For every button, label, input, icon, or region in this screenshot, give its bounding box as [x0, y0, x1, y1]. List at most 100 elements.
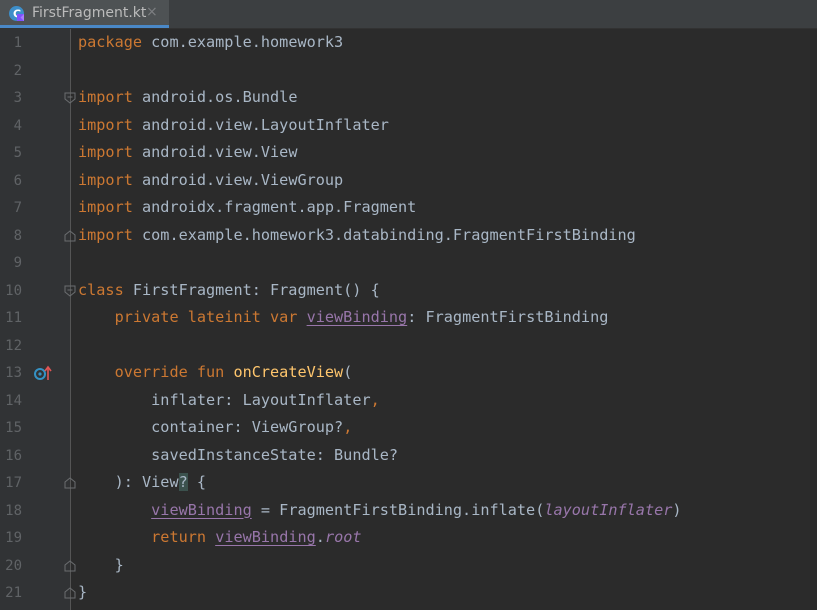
- fold-marker-icon[interactable]: [64, 92, 76, 104]
- property-reference[interactable]: viewBinding: [215, 528, 316, 546]
- code-text: import android.view.ViewGroup: [78, 170, 343, 190]
- code-text: import android.view.View: [78, 142, 297, 162]
- kotlin-file-icon: C: [9, 6, 24, 21]
- code-line: 19 return viewBinding.root: [0, 524, 817, 552]
- code-line: 16 savedInstanceState: Bundle?: [0, 442, 817, 470]
- code-segment: .: [315, 528, 325, 546]
- code-text: package com.example.homework3: [78, 32, 343, 52]
- code-text: container: ViewGroup?,: [78, 417, 352, 437]
- line-number: 13: [5, 365, 22, 381]
- line-number: 16: [5, 447, 22, 464]
- code-line: 13 override fun onCreateView(: [0, 359, 817, 387]
- code-line: 9: [0, 249, 817, 277]
- keyword: import: [78, 225, 133, 244]
- keyword: package: [78, 33, 143, 51]
- code-line: 11 private lateinit var viewBinding: Fra…: [0, 304, 817, 332]
- code-line: 15 container: ViewGroup?,: [0, 414, 817, 442]
- code-line: 8 import com.example.homework3.databindi…: [0, 222, 817, 250]
- code-text: return viewBinding.root: [78, 527, 362, 547]
- line-number: 8: [13, 227, 22, 244]
- line-number: 2: [13, 62, 22, 79]
- code-line: 2: [0, 57, 817, 85]
- keyword: override fun: [114, 363, 225, 381]
- code-text: savedInstanceState: Bundle?: [78, 445, 398, 465]
- code-text: }: [78, 555, 124, 575]
- line-number: 1: [13, 35, 22, 51]
- code-segment: com.example.homework3: [142, 33, 344, 51]
- line-number: 14: [5, 392, 22, 409]
- code-line: 10 class FirstFragment: Fragment() {: [0, 277, 817, 305]
- line-number: 11: [5, 310, 22, 326]
- code-segment: android.view.ViewGroup: [132, 170, 344, 189]
- code-segment: android.os.Bundle: [132, 88, 298, 106]
- comma: ,: [343, 418, 353, 436]
- comma: ,: [370, 390, 380, 409]
- line-number: 18: [5, 502, 22, 519]
- line-number: 12: [5, 337, 22, 354]
- fold-marker-icon[interactable]: [64, 285, 76, 297]
- code-line: 20 }: [0, 552, 817, 580]
- code-line: 7 import androidx.fragment.app.Fragment: [0, 194, 817, 222]
- code-line: 18 viewBinding = FragmentFirstBinding.in…: [0, 497, 817, 525]
- line-number: 9: [13, 255, 22, 271]
- tab-label: FirstFragment.kt: [32, 5, 147, 21]
- close-icon[interactable]: ×: [146, 3, 158, 21]
- code-segment: FirstFragment: Fragment() {: [123, 280, 380, 299]
- code-text: ): View? {: [78, 472, 206, 492]
- code-text: private lateinit var viewBinding: Fragme…: [78, 307, 609, 327]
- line-number: 20: [5, 557, 22, 574]
- line-number: 15: [5, 420, 22, 436]
- code-segment: savedInstanceState: Bundle?: [151, 445, 399, 464]
- code-line: 5 import android.view.View: [0, 139, 817, 167]
- tab-first-fragment[interactable]: C FirstFragment.kt ×: [0, 0, 169, 28]
- extension-property: layoutInflater: [544, 500, 673, 519]
- code-line: 1 package com.example.homework3: [0, 29, 817, 57]
- override-method-icon[interactable]: [34, 365, 52, 381]
- code-segment: androidx.fragment.app.Fragment: [132, 198, 417, 216]
- keyword: import: [78, 198, 133, 216]
- fold-marker-icon[interactable]: [64, 559, 76, 572]
- code-segment: ): [672, 500, 682, 519]
- fold-marker-icon[interactable]: [64, 229, 76, 242]
- code-segment: (: [343, 363, 353, 381]
- code-text: override fun onCreateView(: [78, 362, 353, 382]
- line-number: 7: [13, 200, 22, 216]
- keyword: import: [78, 88, 133, 106]
- code-line: 6 import android.view.ViewGroup: [0, 167, 817, 195]
- fold-marker-icon[interactable]: [64, 477, 76, 489]
- keyword: import: [78, 170, 133, 189]
- code-segment: android.view.LayoutInflater: [132, 115, 389, 134]
- code-line: 17 ): View? {: [0, 469, 817, 497]
- code-text: class FirstFragment: Fragment() {: [78, 280, 380, 300]
- code-segment: {: [187, 473, 207, 491]
- code-text: import com.example.homework3.databinding…: [78, 225, 636, 245]
- code-segment: inflater: LayoutInflater: [151, 390, 371, 409]
- code-editor[interactable]: 1 package com.example.homework3 2 3 impo…: [0, 29, 817, 610]
- line-number: 6: [13, 172, 22, 189]
- line-number: 17: [5, 475, 22, 491]
- code-line: 12: [0, 332, 817, 360]
- keyword: return: [151, 528, 207, 546]
- keyword: class: [78, 280, 124, 299]
- fold-marker-icon[interactable]: [64, 587, 76, 599]
- line-number: 3: [13, 90, 22, 106]
- code-text: import androidx.fragment.app.Fragment: [78, 197, 416, 217]
- code-segment: container: ViewGroup?: [151, 418, 344, 436]
- code-segment: ): View: [114, 473, 179, 491]
- code-segment: android.view.View: [132, 143, 298, 161]
- code-text: import android.view.LayoutInflater: [78, 115, 389, 135]
- editor-tab-bar: C FirstFragment.kt ×: [0, 0, 817, 29]
- extension-property: root: [324, 528, 362, 546]
- line-number: 10: [5, 282, 22, 299]
- nullable-marker: ?: [178, 473, 188, 491]
- line-number: 4: [13, 117, 22, 134]
- property-reference[interactable]: viewBinding: [151, 501, 252, 519]
- code-line: 21 }: [0, 579, 817, 607]
- code-line: 3 import android.os.Bundle: [0, 84, 817, 112]
- line-number: 21: [5, 585, 22, 601]
- code-text: }: [78, 582, 87, 602]
- line-number: 5: [13, 145, 22, 161]
- code-text: inflater: LayoutInflater,: [78, 390, 380, 410]
- code-segment: = FragmentFirstBinding.inflate(: [251, 500, 545, 519]
- property-reference[interactable]: viewBinding: [307, 308, 408, 326]
